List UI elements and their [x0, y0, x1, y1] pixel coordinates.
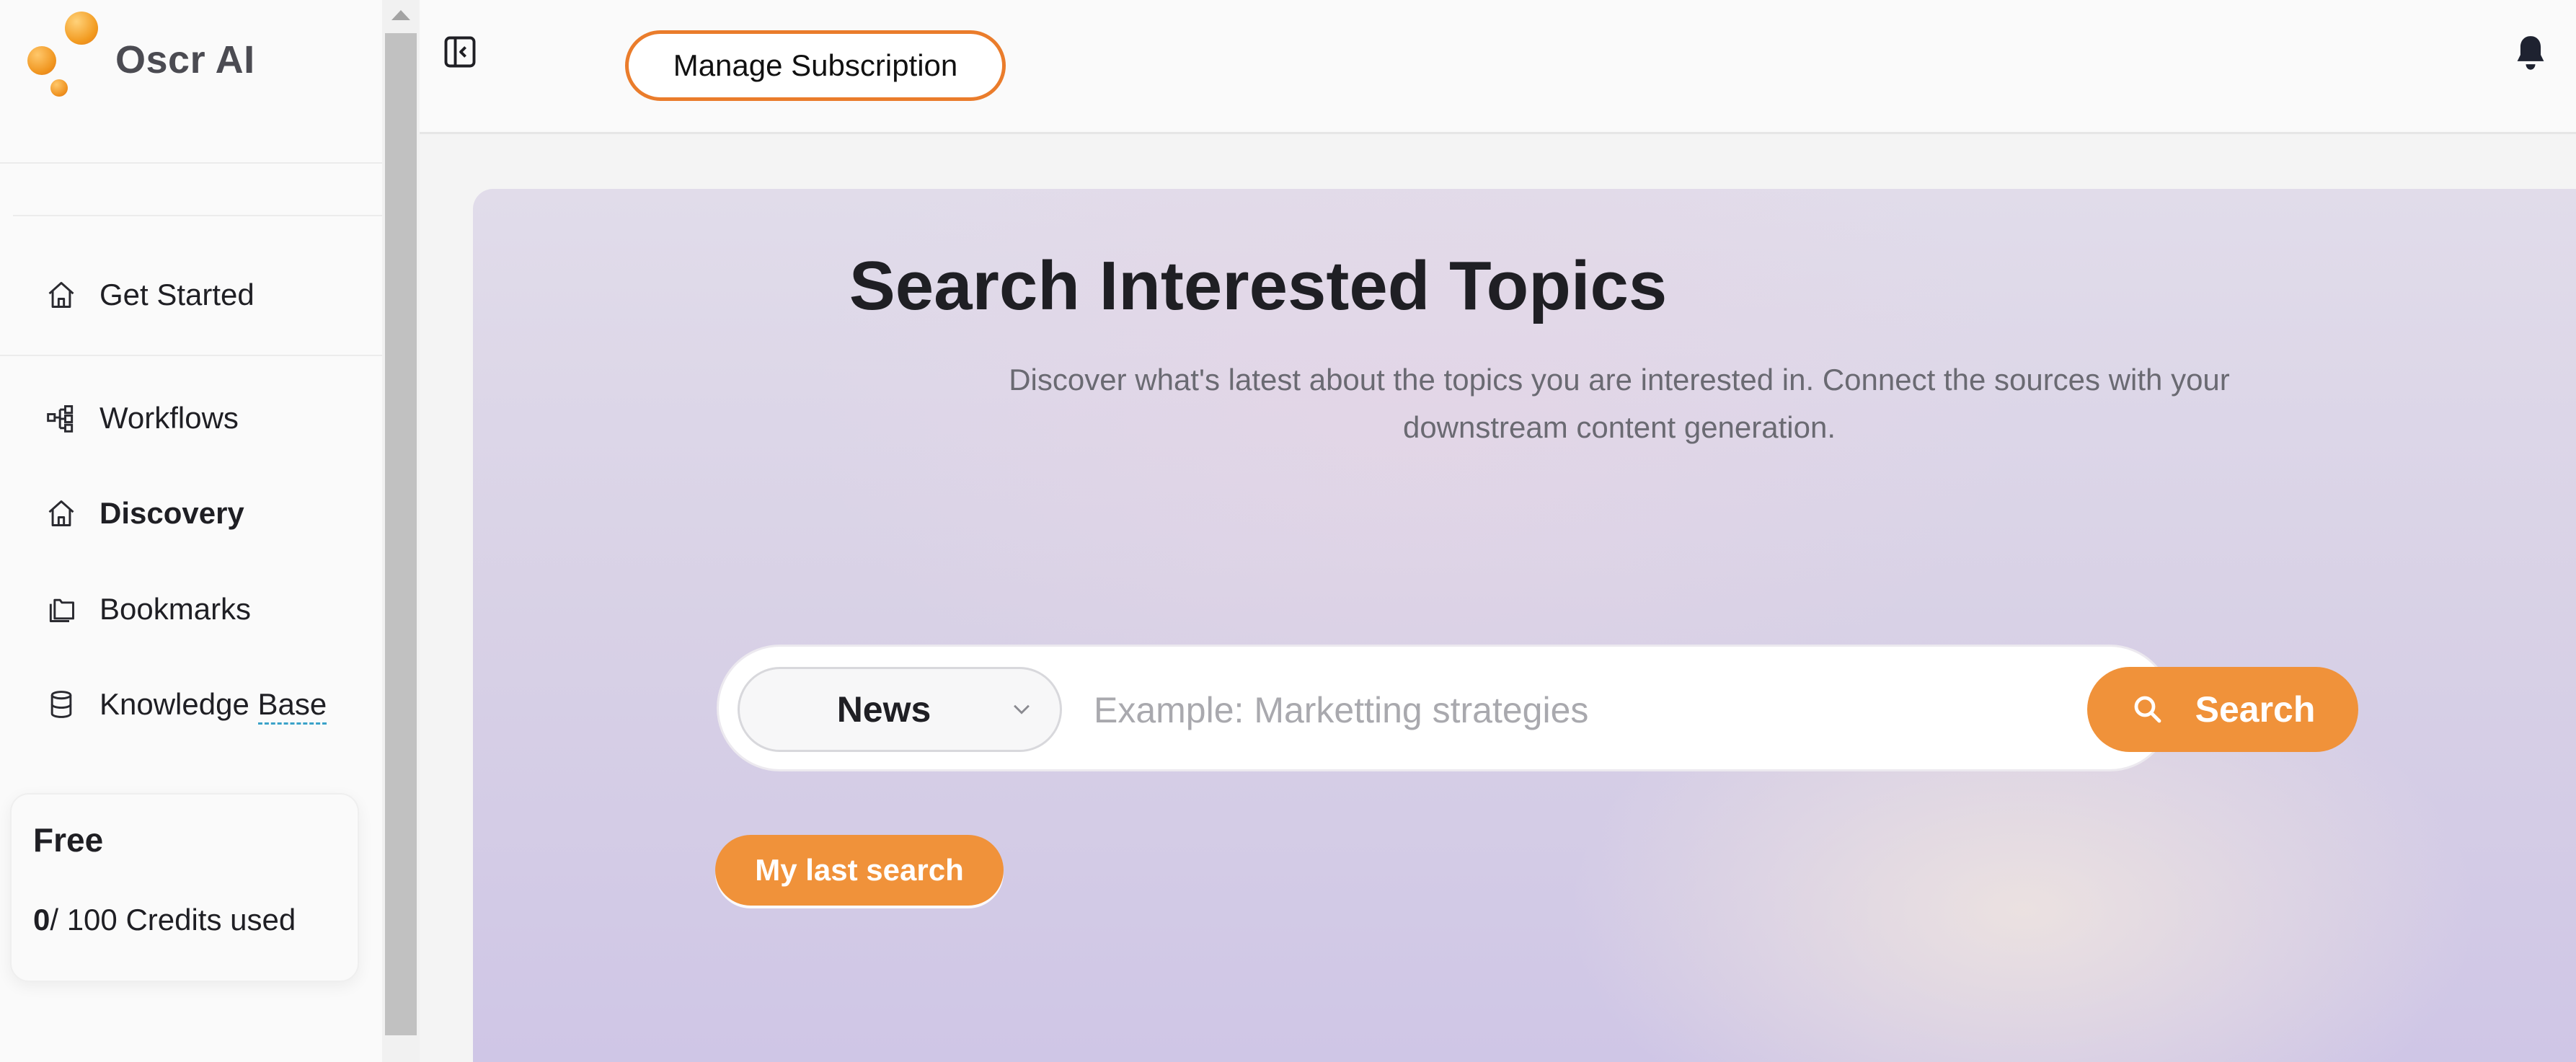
credits-used: 0	[33, 903, 50, 937]
category-select[interactable]: News	[738, 667, 1062, 752]
scroll-up-arrow-icon[interactable]	[391, 10, 410, 20]
sidebar-item-workflows[interactable]: Workflows	[43, 393, 239, 443]
page-title: Search Interested Topics	[849, 247, 1668, 324]
top-bar: Manage Subscription	[420, 0, 2576, 134]
sidebar-item-bookmarks[interactable]: Bookmarks	[43, 584, 251, 634]
sidebar-item-knowledge-base[interactable]: Knowledge Base	[43, 679, 327, 730]
logo-icon	[27, 12, 107, 98]
sidebar-item-label: Knowledge Base	[99, 687, 327, 725]
my-last-search-button[interactable]: My last search	[715, 835, 1004, 906]
bookmarks-icon	[43, 591, 79, 627]
chevron-down-icon	[1009, 696, 1034, 721]
search-bar: News Search	[717, 645, 2358, 771]
search-button-label: Search	[2195, 689, 2316, 730]
plan-card: Free 0/ 100 Credits used	[10, 793, 359, 982]
sidebar: Oscr AI Get Started Workflows Discovery …	[0, 0, 382, 1062]
sidebar-item-label: Discovery	[99, 496, 244, 530]
page-subtitle: Discover what's latest about the topics …	[1009, 363, 2230, 444]
category-selected-value: News	[836, 689, 931, 730]
divider	[0, 162, 382, 164]
divider	[0, 355, 382, 356]
home-icon	[43, 277, 79, 313]
sidebar-item-label: Workflows	[99, 401, 239, 435]
credits-total: / 100 Credits used	[50, 903, 296, 937]
divider	[13, 215, 382, 216]
bell-icon[interactable]	[2512, 32, 2557, 79]
app-name: Oscr AI	[115, 38, 255, 81]
sidebar-item-label: Get Started	[99, 278, 254, 311]
database-icon	[43, 686, 79, 722]
sidebar-collapse-icon[interactable]	[441, 33, 479, 71]
workflow-icon	[43, 400, 79, 436]
sidebar-item-get-started[interactable]: Get Started	[43, 270, 254, 320]
sidebar-scrollbar[interactable]	[382, 0, 420, 1062]
search-button[interactable]: Search	[2087, 667, 2358, 752]
search-icon	[2130, 692, 2165, 727]
sidebar-item-label: Bookmarks	[99, 592, 252, 626]
search-input[interactable]	[1094, 676, 2053, 745]
manage-subscription-button[interactable]: Manage Subscription	[625, 30, 1006, 101]
knowledge-base-suffix: Base	[257, 687, 327, 725]
credits-usage: 0/ 100 Credits used	[33, 903, 296, 937]
knowledge-base-prefix: Knowledge	[99, 687, 258, 721]
home-icon	[43, 495, 79, 531]
plan-name: Free	[33, 821, 104, 859]
discovery-hero: Search Interested Topics Discover what's…	[473, 189, 2576, 1062]
sidebar-item-discovery[interactable]: Discovery	[43, 488, 244, 539]
brand[interactable]: Oscr AI	[27, 12, 373, 105]
scroll-thumb[interactable]	[385, 33, 417, 1035]
